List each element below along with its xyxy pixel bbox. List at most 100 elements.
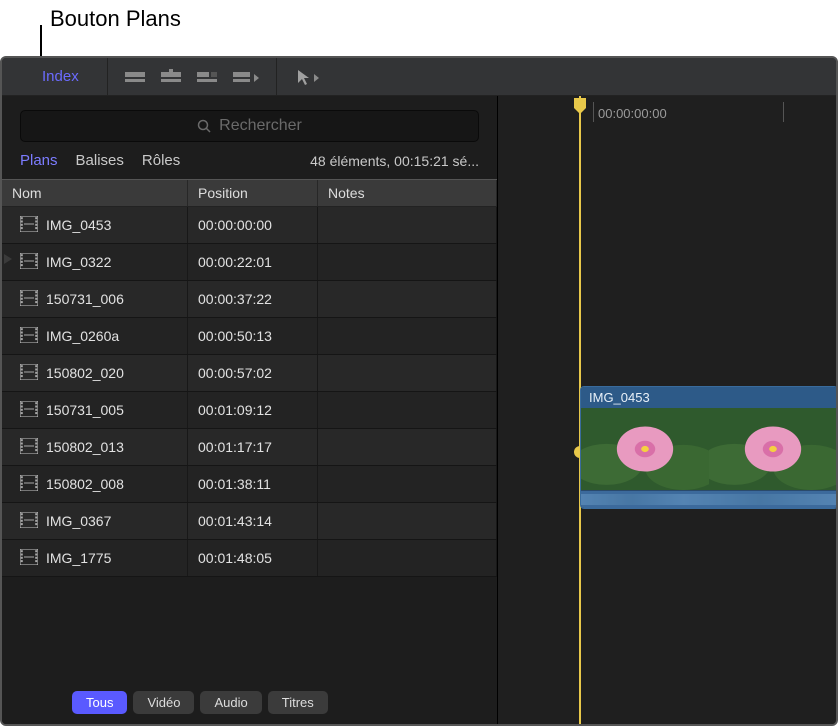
cell-name: IMG_1775 — [2, 540, 188, 576]
column-header-position[interactable]: Position — [188, 180, 318, 206]
cell-notes — [318, 355, 497, 391]
clips-grid-body[interactable]: IMG_045300:00:00:00IMG_032200:00:22:0115… — [2, 207, 497, 683]
clip-name: 150802_013 — [46, 439, 124, 455]
column-header-notes[interactable]: Notes — [318, 180, 497, 206]
film-clip-icon — [20, 512, 38, 531]
filter-all-button[interactable]: Tous — [72, 691, 127, 714]
film-clip-icon — [20, 549, 38, 568]
clip-name: IMG_0367 — [46, 513, 111, 529]
append-clip-icon[interactable] — [196, 68, 218, 86]
clip-thumbnail — [581, 408, 709, 490]
ruler-tick — [783, 102, 784, 122]
cell-name: IMG_0367 — [2, 503, 188, 539]
pointer-tool-icon[interactable] — [295, 68, 321, 86]
index-status-text: 48 éléments, 00:15:21 sé... — [310, 153, 479, 169]
filter-video-button[interactable]: Vidéo — [133, 691, 194, 714]
panel-collapse-notch[interactable] — [4, 254, 14, 264]
app-window: Index — [0, 56, 838, 726]
cell-position: 00:01:43:14 — [188, 503, 318, 539]
search-placeholder: Rechercher — [219, 117, 302, 135]
clip-audio-waveform — [581, 490, 837, 508]
top-toolbar: Index — [2, 58, 836, 96]
search-icon — [197, 119, 211, 133]
cell-name: 150802_013 — [2, 429, 188, 465]
cell-name: 150802_020 — [2, 355, 188, 391]
film-clip-icon — [20, 253, 38, 272]
tab-roles[interactable]: Rôles — [142, 152, 180, 169]
film-clip-icon — [20, 475, 38, 494]
table-row[interactable]: IMG_0453 00:00:00:00 — [2, 207, 497, 244]
tab-plans[interactable]: Plans — [20, 152, 58, 169]
timeline-clip[interactable]: IMG_0453 — [580, 386, 838, 509]
index-tabs: Plans Balises Rôles 48 éléments, 00:15:2… — [2, 152, 497, 179]
cell-name: IMG_0322 — [2, 244, 188, 280]
clip-name: IMG_0322 — [46, 254, 111, 270]
cell-position: 00:01:48:05 — [188, 540, 318, 576]
clip-title: IMG_0453 — [581, 387, 837, 408]
index-button[interactable]: Index — [2, 58, 107, 95]
cell-position: 00:00:57:02 — [188, 355, 318, 391]
filter-titles-button[interactable]: Titres — [268, 691, 328, 714]
cell-notes — [318, 207, 497, 243]
film-clip-icon — [20, 401, 38, 420]
clip-name: 150802_008 — [46, 476, 124, 492]
cell-notes — [318, 429, 497, 465]
cell-position: 00:01:38:11 — [188, 466, 318, 502]
cell-notes — [318, 244, 497, 280]
cell-position: 00:00:00:00 — [188, 207, 318, 243]
cell-name: IMG_0453 — [2, 207, 188, 243]
clip-thumbnail — [709, 408, 837, 490]
tab-balises[interactable]: Balises — [76, 152, 124, 169]
cell-notes — [318, 318, 497, 354]
callout-label: Bouton Plans — [50, 6, 181, 32]
clips-grid-header: Nom Position Notes — [2, 179, 497, 207]
cell-notes — [318, 392, 497, 428]
cell-position: 00:01:09:12 — [188, 392, 318, 428]
film-clip-icon — [20, 438, 38, 457]
cell-position: 00:00:22:01 — [188, 244, 318, 280]
filter-audio-button[interactable]: Audio — [200, 691, 261, 714]
clip-name: 150802_020 — [46, 365, 124, 381]
search-input[interactable]: Rechercher — [20, 110, 479, 142]
cell-position: 00:00:50:13 — [188, 318, 318, 354]
clip-name: IMG_1775 — [46, 550, 111, 566]
select-tool-group — [277, 68, 339, 86]
cell-position: 00:00:37:22 — [188, 281, 318, 317]
clip-name: IMG_0260a — [46, 328, 119, 344]
table-row[interactable]: 150802_013 00:01:17:17 — [2, 429, 497, 466]
cell-name: 150731_006 — [2, 281, 188, 317]
cell-position: 00:01:17:17 — [188, 429, 318, 465]
film-clip-icon — [20, 364, 38, 383]
clip-thumbnails — [581, 408, 837, 490]
table-row[interactable]: IMG_0367 00:01:43:14 — [2, 503, 497, 540]
cell-notes — [318, 466, 497, 502]
clip-name: 150731_005 — [46, 402, 124, 418]
cell-name: 150802_008 — [2, 466, 188, 502]
edit-tools-group — [108, 68, 276, 86]
cell-notes — [318, 503, 497, 539]
cell-name: IMG_0260a — [2, 318, 188, 354]
table-row[interactable]: IMG_1775 00:01:48:05 — [2, 540, 497, 577]
timeline-area[interactable]: 00:00:00:00 IMG_0453 — [498, 96, 836, 724]
film-clip-icon — [20, 290, 38, 309]
table-row[interactable]: 150731_005 00:01:09:12 — [2, 392, 497, 429]
table-row[interactable]: IMG_0260a 00:00:50:13 — [2, 318, 497, 355]
table-row[interactable]: 150731_006 00:00:37:22 — [2, 281, 497, 318]
insert-clip-icon[interactable] — [160, 68, 182, 86]
cell-notes — [318, 281, 497, 317]
film-clip-icon — [20, 327, 38, 346]
clip-name: 150731_006 — [46, 291, 124, 307]
cell-name: 150731_005 — [2, 392, 188, 428]
film-clip-icon — [20, 216, 38, 235]
column-header-name[interactable]: Nom — [2, 180, 188, 206]
table-row[interactable]: IMG_0322 00:00:22:01 — [2, 244, 497, 281]
index-panel: Rechercher Plans Balises Rôles 48 élémen… — [2, 96, 498, 724]
table-row[interactable]: 150802_008 00:01:38:11 — [2, 466, 497, 503]
ruler-timecode: 00:00:00:00 — [598, 106, 667, 121]
overwrite-clip-icon[interactable] — [232, 68, 260, 86]
clip-name: IMG_0453 — [46, 217, 111, 233]
table-row[interactable]: 150802_020 00:00:57:02 — [2, 355, 497, 392]
cell-notes — [318, 540, 497, 576]
connect-clip-icon[interactable] — [124, 68, 146, 86]
ruler-tick — [593, 102, 594, 122]
